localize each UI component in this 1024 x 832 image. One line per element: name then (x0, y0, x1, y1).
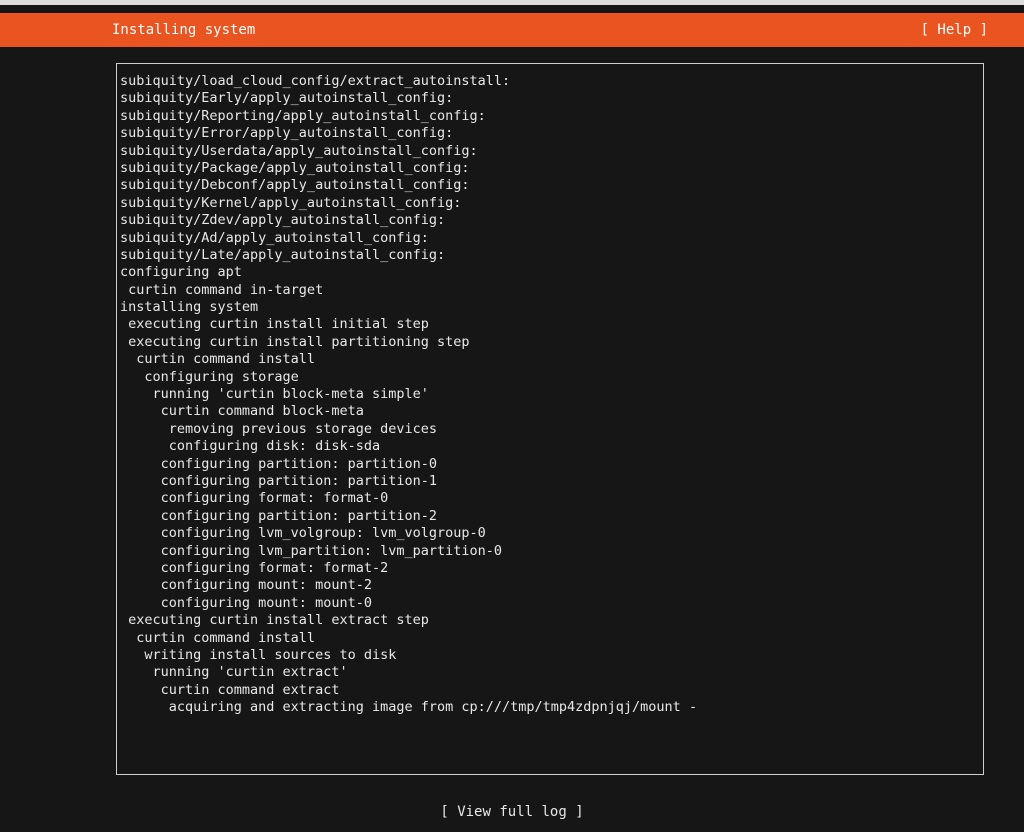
log-line: configuring partition: partition-1 (120, 472, 437, 489)
log-line: removing previous storage devices (120, 420, 437, 437)
log-line: configuring mount: mount-2 (120, 577, 372, 594)
install-log-lines: subiquity/load_cloud_config/extract_auto… (120, 73, 697, 716)
log-line: installing system (120, 299, 259, 316)
log-line: configuring mount: mount-0 (120, 594, 372, 611)
log-line: subiquity/Userdata/apply_autoinstall_con… (120, 142, 478, 159)
log-line: curtin command block-meta (120, 403, 364, 420)
log-line: acquiring and extracting image from cp:/… (120, 699, 698, 716)
log-line: curtin command install (120, 629, 316, 646)
log-line: configuring lvm_volgroup: lvm_volgroup-0 (120, 525, 486, 542)
log-line: subiquity/Error/apply_autoinstall_config… (120, 125, 454, 142)
installer-screen: Installing system [ Help ] subiquity/loa… (0, 0, 1024, 832)
log-line: configuring partition: partition-2 (120, 507, 437, 524)
install-log-panel[interactable]: subiquity/load_cloud_config/extract_auto… (116, 63, 984, 775)
footer: [ View full log ] (0, 803, 1024, 821)
log-line: subiquity/Debconf/apply_autoinstall_conf… (120, 177, 470, 194)
log-line: subiquity/Late/apply_autoinstall_config: (120, 246, 446, 263)
log-line: subiquity/load_cloud_config/extract_auto… (120, 73, 511, 89)
log-line: curtin command install (120, 351, 316, 368)
help-button[interactable]: [ Help ] (921, 21, 988, 39)
log-line: executing curtin install extract step (120, 612, 429, 629)
log-line: executing curtin install initial step (120, 316, 429, 333)
log-line: running 'curtin extract' (120, 664, 348, 681)
log-line: configuring lvm_partition: lvm_partition… (120, 542, 503, 559)
log-line: subiquity/Zdev/apply_autoinstall_config: (120, 212, 446, 229)
view-full-log-button[interactable]: [ View full log ] (440, 804, 583, 820)
log-line: executing curtin install partitioning st… (120, 333, 470, 350)
log-line: subiquity/Kernel/apply_autoinstall_confi… (120, 194, 462, 211)
log-line: configuring format: format-0 (120, 490, 389, 507)
log-line: configuring partition: partition-0 (120, 455, 437, 472)
log-line: subiquity/Ad/apply_autoinstall_config: (120, 229, 429, 246)
log-line: writing install sources to disk (120, 646, 397, 663)
log-line: subiquity/Early/apply_autoinstall_config… (120, 90, 454, 107)
log-line: configuring apt (120, 264, 242, 281)
log-line: running 'curtin block-meta simple' (120, 386, 429, 403)
page-title: Installing system (112, 22, 256, 38)
header-bar: Installing system [ Help ] (0, 13, 1024, 47)
window-top-strip (0, 0, 1024, 5)
log-line: subiquity/Package/apply_autoinstall_conf… (120, 159, 470, 176)
log-line: curtin command in-target (120, 281, 324, 298)
log-line: subiquity/Reporting/apply_autoinstall_co… (120, 107, 486, 124)
log-line: configuring disk: disk-sda (120, 438, 381, 455)
log-line: configuring storage (120, 368, 299, 385)
log-line: curtin command extract (120, 681, 340, 698)
log-line: configuring format: format-2 (120, 559, 389, 576)
